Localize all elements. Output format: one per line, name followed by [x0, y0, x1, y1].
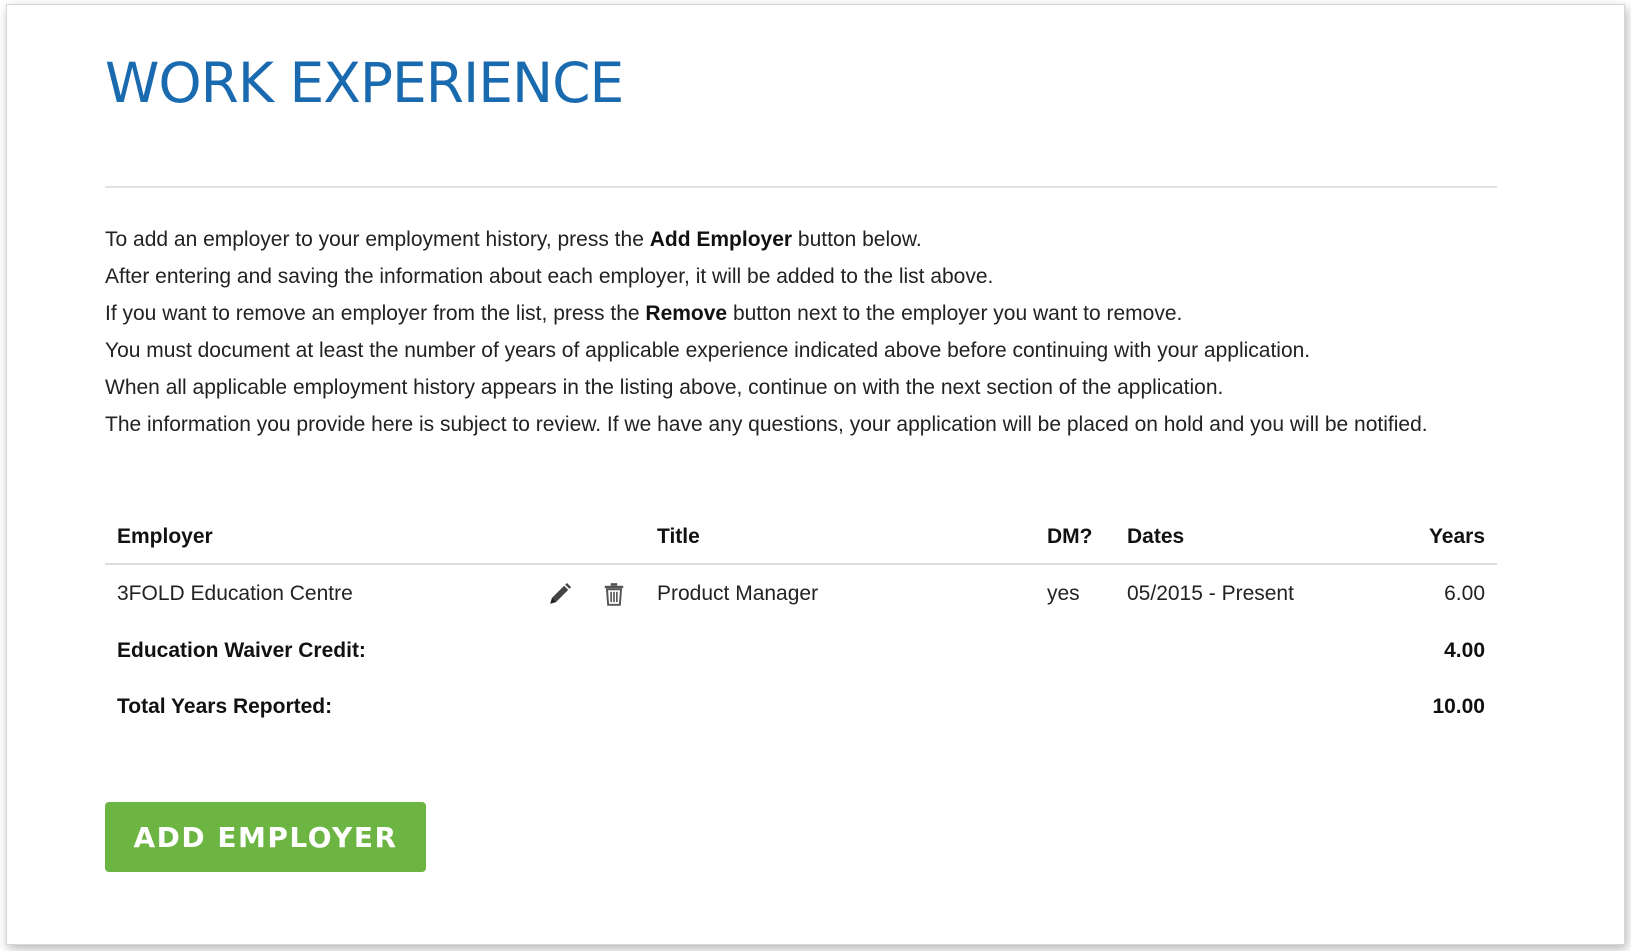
total-years-row: Total Years Reported: 10.00: [105, 679, 1497, 735]
table-row: 3FOLD Education Centre Product Manager y…: [105, 564, 1497, 623]
education-waiver-row: Education Waiver Credit: 4.00: [105, 623, 1497, 679]
spacer: [645, 679, 1365, 735]
instruction-text: If you want to remove an employer from t…: [105, 302, 646, 325]
header-dates: Dates: [1115, 511, 1365, 565]
instruction-line-1: To add an employer to your employment hi…: [105, 221, 1475, 258]
employment-history-table: Employer Title DM? Dates Years 3FOLD Edu…: [105, 511, 1497, 735]
trash-icon[interactable]: [601, 581, 627, 607]
instruction-line-3: If you want to remove an employer from t…: [105, 295, 1475, 332]
instruction-line-2: After entering and saving the informatio…: [105, 265, 994, 288]
header-actions: [505, 511, 645, 565]
instructions: To add an employer to your employment hi…: [105, 221, 1475, 443]
work-experience-panel: WORK EXPERIENCE To add an employer to yo…: [6, 4, 1625, 945]
instruction-text: To add an employer to your employment hi…: [105, 228, 650, 251]
header-dm: DM?: [1035, 511, 1115, 565]
table-header-row: Employer Title DM? Dates Years: [105, 511, 1497, 565]
spacer: [645, 623, 1365, 679]
instruction-line-6: The information you provide here is subj…: [105, 413, 1428, 436]
education-waiver-value: 4.00: [1444, 639, 1485, 662]
education-waiver-label: Education Waiver Credit:: [117, 639, 366, 662]
title-divider: [105, 186, 1497, 188]
total-years-value: 10.00: [1432, 695, 1485, 718]
cell-title: Product Manager: [657, 582, 819, 605]
instruction-line-5: When all applicable employment history a…: [105, 376, 1224, 399]
cell-employer: 3FOLD Education Centre: [117, 582, 353, 605]
instruction-bold-remove: Remove: [645, 302, 728, 325]
cell-actions: [505, 564, 645, 623]
header-years: Years: [1365, 511, 1497, 565]
pencil-icon[interactable]: [547, 581, 573, 607]
instruction-bold-add-employer: Add Employer: [649, 228, 793, 251]
instruction-text: button next to the employer you want to …: [727, 302, 1183, 325]
add-employer-button[interactable]: ADD EMPLOYER: [105, 802, 426, 872]
total-years-label: Total Years Reported:: [117, 695, 333, 718]
cell-dates: 05/2015 - Present: [1127, 582, 1294, 605]
cell-years: 6.00: [1444, 582, 1485, 605]
instruction-text: button below.: [792, 228, 922, 251]
cell-dm: yes: [1047, 582, 1080, 605]
instruction-line-4: You must document at least the number of…: [105, 339, 1311, 362]
header-employer: Employer: [105, 511, 505, 565]
header-title: Title: [645, 511, 1035, 565]
page-title: WORK EXPERIENCE: [105, 51, 624, 115]
